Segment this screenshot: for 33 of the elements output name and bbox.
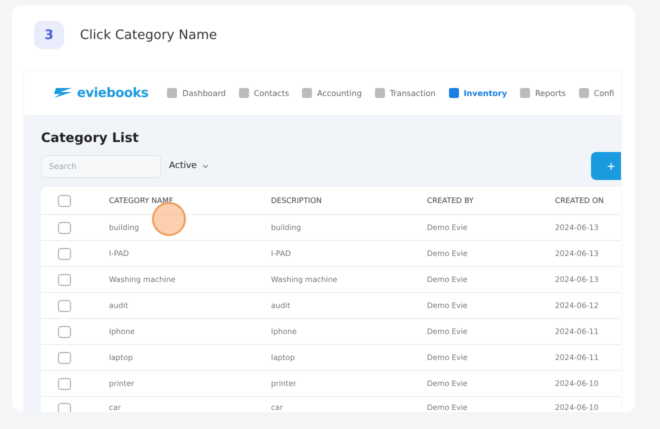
- row-checkbox[interactable]: [58, 326, 71, 338]
- row-checkbox[interactable]: [58, 300, 71, 312]
- nav-item[interactable]: Contacts: [238, 88, 290, 98]
- row-checkbox[interactable]: [58, 378, 71, 390]
- nav-icon: [448, 88, 459, 98]
- select-all-checkbox[interactable]: [58, 194, 71, 206]
- nav-item[interactable]: Inventory: [448, 88, 508, 98]
- logo[interactable]: eviebooks: [52, 86, 148, 100]
- nav-icon: [520, 88, 530, 98]
- nav-item[interactable]: Reports: [520, 88, 566, 98]
- nav-item[interactable]: Confi: [578, 88, 614, 98]
- nav-icon: [374, 88, 385, 98]
- step-instruction: Click Category Name: [80, 28, 217, 42]
- chevron-icon: [202, 164, 209, 168]
- row-checkbox[interactable]: [58, 352, 71, 364]
- row-checkbox[interactable]: [58, 248, 71, 260]
- click-indicator: [152, 202, 186, 236]
- step-number: 3: [34, 21, 64, 49]
- search-field[interactable]: Search: [41, 154, 161, 178]
- nav-icon: [238, 88, 249, 98]
- nav-item[interactable]: Dashboard: [167, 88, 226, 98]
- logo-icon: [52, 87, 74, 99]
- add-button[interactable]: +: [591, 152, 621, 180]
- row-checkbox[interactable]: [58, 403, 71, 412]
- nav-icon: [302, 88, 312, 98]
- nav-item[interactable]: Accounting: [302, 88, 362, 98]
- row-checkbox[interactable]: [58, 222, 71, 234]
- row-checkbox[interactable]: [58, 274, 71, 286]
- nav-icon: [578, 88, 589, 98]
- status-dropdown[interactable]: Active: [169, 161, 209, 171]
- nav-icon: [167, 88, 178, 98]
- nav-item[interactable]: Transaction: [374, 88, 436, 98]
- page-title: Category List: [41, 131, 140, 146]
